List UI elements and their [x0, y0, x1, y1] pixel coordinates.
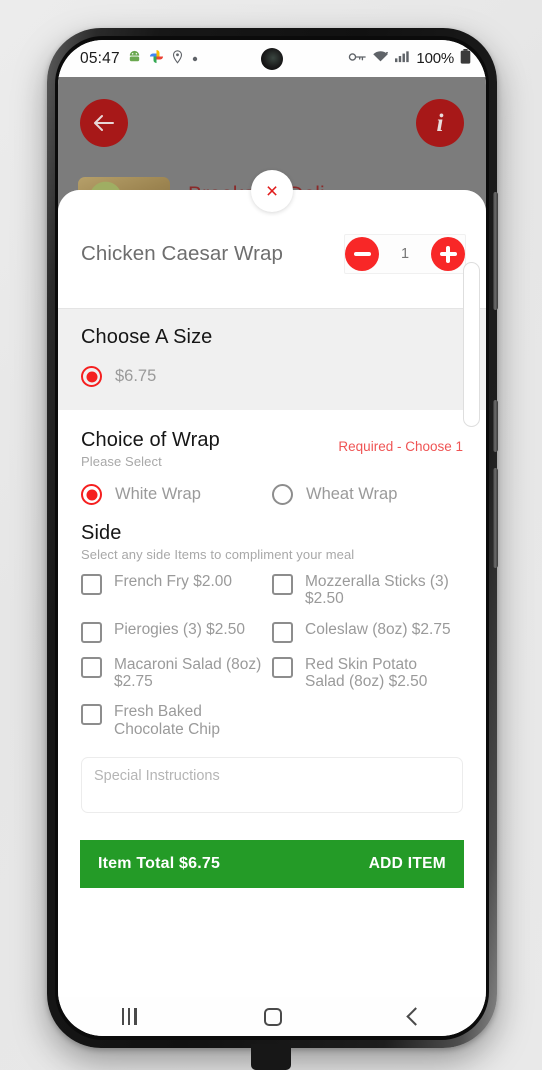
status-bar-right: 100% — [348, 49, 471, 68]
phone-bottom-nub — [251, 1044, 291, 1070]
modal-scrollbar[interactable] — [463, 262, 480, 427]
side-checkbox[interactable] — [272, 656, 293, 678]
app-top-bar: i — [58, 77, 486, 177]
side-section-subtitle: Select any side Items to compliment your… — [81, 547, 355, 562]
close-icon: × — [265, 179, 279, 203]
section-side: Side Select any side Items to compliment… — [58, 509, 486, 752]
minus-icon — [353, 252, 371, 256]
back-arrow-icon — [94, 115, 114, 131]
side-checkbox[interactable] — [81, 704, 102, 726]
phone-side-button-mid[interactable] — [493, 400, 498, 452]
section-choice-of-wrap: Choice of Wrap Please Select Required - … — [58, 410, 486, 509]
section-choose-a-size: Choose A Size $6.75 — [58, 308, 486, 410]
side-section-title: Side — [81, 522, 122, 544]
wrap-section-subtitle: Please Select — [81, 454, 162, 469]
camera-punch-hole — [261, 48, 283, 70]
wrap-title-block: Choice of Wrap Please Select — [81, 429, 220, 469]
side-checkbox[interactable] — [81, 621, 102, 643]
side-checkbox[interactable] — [81, 574, 102, 595]
side-option[interactable]: Red Skin Potato Salad (8oz) $2.50 — [272, 656, 463, 691]
side-checkbox[interactable] — [272, 621, 293, 643]
size-option-label: $6.75 — [115, 367, 157, 385]
info-icon: i — [436, 109, 444, 137]
wrap-option-white-label: White Wrap — [115, 485, 201, 503]
back-button[interactable] — [80, 99, 128, 147]
side-option[interactable]: Macaroni Salad (8oz) $2.75 — [81, 656, 272, 691]
wrap-options: White Wrap Wheat Wrap — [81, 484, 463, 505]
item-detail-modal: Chicken Caesar Wrap 1 Choose A Size $6.7… — [58, 190, 486, 997]
quantity-value: 1 — [400, 246, 410, 262]
side-option[interactable]: Coleslaw (8oz) $2.75 — [272, 621, 463, 643]
size-radio-selected[interactable] — [81, 366, 102, 387]
close-modal-button[interactable]: × — [251, 170, 293, 212]
recents-icon[interactable] — [121, 1008, 137, 1025]
side-option-label: Pierogies (3) $2.50 — [114, 620, 245, 638]
item-title: Chicken Caesar Wrap — [81, 242, 284, 265]
android-nav-bar — [58, 997, 486, 1036]
wrap-section-title: Choice of Wrap — [81, 429, 220, 451]
side-options-grid: French Fry $2.00 Mozzeralla Sticks (3) $… — [81, 573, 463, 751]
wrap-section-header: Choice of Wrap Please Select Required - … — [81, 429, 463, 469]
size-section-title: Choose A Size — [81, 326, 213, 348]
phone-screen: 05:47 100% i × Chicken Caesar Wrap 1 Cho… — [58, 40, 486, 1036]
battery-percent: 100% — [416, 50, 454, 67]
signal-icon — [395, 50, 410, 67]
wrap-option-wheat[interactable]: Wheat Wrap — [272, 484, 463, 505]
side-option-label: Macaroni Salad (8oz) $2.75 — [114, 655, 262, 691]
side-option[interactable]: Mozzeralla Sticks (3) $2.50 — [272, 573, 463, 608]
home-icon[interactable] — [264, 1007, 283, 1026]
wifi-icon — [372, 50, 389, 67]
phone-side-button-upper[interactable] — [493, 192, 498, 310]
android-icon — [127, 49, 142, 68]
decrement-quantity-button[interactable] — [345, 237, 379, 271]
quantity-stepper[interactable]: 1 — [344, 234, 466, 274]
photos-icon — [149, 49, 164, 68]
special-instructions-wrap — [58, 751, 486, 819]
side-option-label: Red Skin Potato Salad (8oz) $2.50 — [305, 655, 428, 691]
size-option-row[interactable]: $6.75 — [81, 366, 463, 387]
side-checkbox[interactable] — [272, 574, 293, 595]
back-icon[interactable] — [406, 1007, 426, 1026]
wrap-option-wheat-label: Wheat Wrap — [306, 485, 398, 503]
wrap-required-note: Required - Choose 1 — [338, 439, 463, 454]
status-bar-left: 05:47 — [80, 49, 199, 68]
plus-icon-v — [446, 245, 450, 263]
info-button[interactable]: i — [416, 99, 464, 147]
side-option-label: French Fry $2.00 — [114, 573, 233, 590]
status-bar: 05:47 100% — [58, 40, 486, 77]
status-time: 05:47 — [80, 49, 120, 67]
special-instructions-input[interactable] — [81, 757, 463, 814]
wrap-option-white[interactable]: White Wrap — [81, 484, 272, 505]
increment-quantity-button[interactable] — [431, 237, 465, 271]
item-total-label: Item Total $6.75 — [98, 855, 221, 873]
side-option-label: Fresh Baked Chocolate Chip — [114, 703, 220, 738]
battery-icon — [460, 49, 471, 68]
location-icon — [171, 49, 184, 68]
vpn-key-icon — [348, 50, 367, 67]
side-checkbox[interactable] — [81, 656, 102, 678]
scene: 05:47 100% i × Chicken Caesar Wrap 1 Cho… — [0, 0, 542, 1070]
add-item-bar[interactable]: Item Total $6.75 ADD ITEM — [80, 840, 464, 889]
add-item-wrap: Item Total $6.75 ADD ITEM — [58, 818, 486, 889]
add-item-button[interactable]: ADD ITEM — [369, 855, 446, 873]
side-option[interactable]: Fresh Baked Chocolate Chip — [81, 703, 272, 738]
side-option-label: Coleslaw (8oz) $2.75 — [305, 620, 451, 638]
wrap-radio-white[interactable] — [81, 484, 102, 505]
phone-side-button-lower[interactable] — [493, 468, 498, 568]
side-option-label: Mozzeralla Sticks (3) $2.50 — [305, 573, 449, 608]
side-option[interactable]: French Fry $2.00 — [81, 573, 272, 608]
dot-icon — [191, 50, 199, 67]
side-option[interactable]: Pierogies (3) $2.50 — [81, 621, 272, 643]
wrap-radio-wheat[interactable] — [272, 484, 293, 505]
